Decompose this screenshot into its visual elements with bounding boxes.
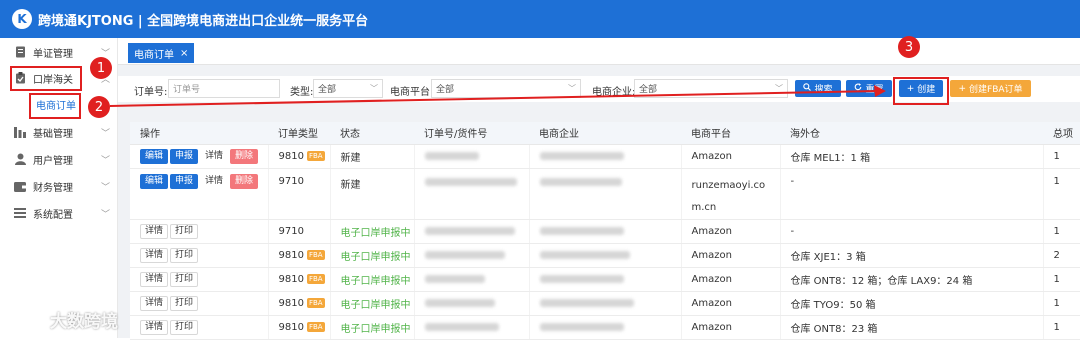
annotation-arrow [109, 85, 886, 107]
watermark-text: 大数跨境 [50, 312, 118, 332]
watermark-logo-icon [8, 306, 46, 333]
watermark: 大数跨境 [8, 306, 118, 333]
